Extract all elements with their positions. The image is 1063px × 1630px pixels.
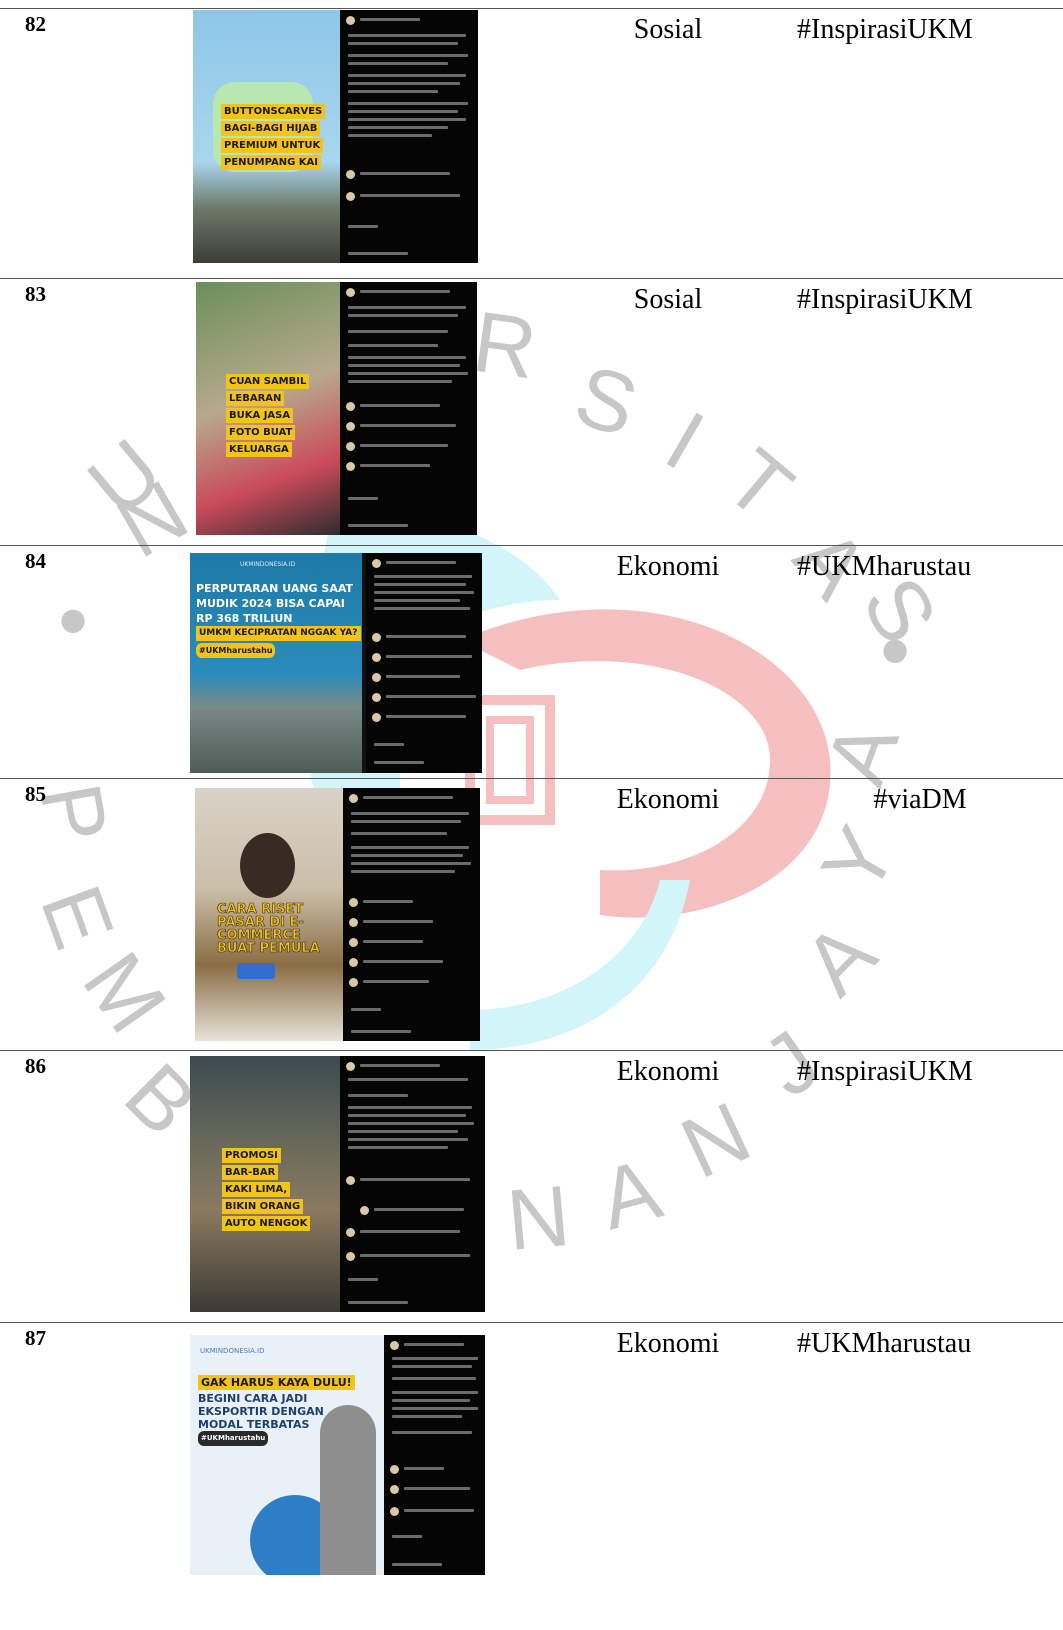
thumbnail-caption: CARA RISET PASAR DI E- COMMERCE BUAT PEM… — [217, 902, 320, 956]
row-hashtag: #InspirasiUKM — [797, 284, 973, 315]
thumbnail-caption: PERPUTARAN UANG SAAT MUDIK 2024 BISA CAP… — [196, 581, 361, 660]
row-hashtag: #InspirasiUKM — [797, 1056, 973, 1087]
watermark-letter: M — [64, 936, 184, 1050]
watermark-letter: N — [503, 1168, 573, 1269]
row-divider — [0, 778, 1063, 779]
row-number: 83 — [25, 282, 46, 306]
row-category: Ekonomi — [616, 784, 720, 815]
row-category: Ekonomi — [616, 1056, 720, 1087]
phone-photo — [237, 963, 275, 979]
row-hashtag: #UKMharustau — [797, 1328, 972, 1359]
row-number: 84 — [25, 549, 46, 573]
watermark-logo-cyan-arc — [470, 880, 690, 1050]
row-divider — [0, 545, 1063, 546]
watermark-letter: T — [708, 431, 810, 538]
row-hashtag: #viaDM — [873, 784, 967, 815]
row-category: Sosial — [633, 284, 703, 315]
instagram-post-screenshot: CUAN SAMBIL LEBARAN BUKA JASA FOTO BUAT … — [196, 282, 477, 535]
thumbnail-caption: BUTTONSCARVES BAGI-BAGI HIJAB PREMIUM UN… — [221, 104, 326, 172]
watermark-letter: A — [590, 1141, 671, 1249]
watermark-letter: S — [564, 347, 648, 456]
watermark-letter: R — [467, 294, 542, 398]
instagram-post-screenshot: PROMOSI BAR-BAR KAKI LIMA, BIKIN ORANG A… — [190, 1056, 485, 1312]
row-hashtag: #InspirasiUKM — [797, 14, 973, 45]
watermark-letter: Y — [803, 812, 915, 910]
watermark-letter: • — [880, 603, 910, 699]
row-category: Ekonomi — [616, 1328, 720, 1359]
row-divider — [0, 1050, 1063, 1051]
row-number: 87 — [25, 1326, 46, 1350]
watermark-letter: • — [58, 573, 88, 669]
row-number: 82 — [25, 12, 46, 36]
watermark-letter: A — [786, 905, 895, 1014]
instagram-post-screenshot: UKMINDONESIA.ID PERPUTARAN UANG SAAT MUD… — [190, 553, 482, 773]
thumbnail-caption: GAK HARUS KAYA DULU! BEGINI CARA JADI EK… — [198, 1375, 355, 1448]
row-category: Sosial — [633, 14, 703, 45]
row-number: 86 — [25, 1054, 46, 1078]
thumbnail-caption: PROMOSI BAR-BAR KAKI LIMA, BIKIN ORANG A… — [222, 1148, 311, 1233]
person-photo — [240, 833, 295, 898]
row-divider — [0, 8, 1063, 9]
watermark-logo-square — [465, 695, 555, 825]
row-number: 85 — [25, 782, 46, 806]
row-hashtag: #UKMharustau — [797, 551, 972, 582]
brand-logo: UKMINDONESIA.ID — [200, 1347, 265, 1355]
watermark-letter: I — [651, 393, 720, 488]
watermark-letter: N — [102, 462, 204, 576]
thumbnail-caption: CUAN SAMBIL LEBARAN BUKA JASA FOTO BUAT … — [226, 374, 310, 459]
row-divider — [0, 278, 1063, 279]
instagram-post-screenshot: CARA RISET PASAR DI E- COMMERCE BUAT PEM… — [195, 788, 480, 1041]
watermark-letter: U — [71, 421, 180, 534]
watermark-letter: E — [22, 874, 132, 961]
watermark-logo-red — [460, 609, 831, 918]
instagram-post-screenshot: BUTTONSCARVES BAGI-BAGI HIJAB PREMIUM UN… — [193, 10, 478, 263]
watermark-letter: N — [667, 1084, 764, 1197]
instagram-post-screenshot: UKMINDONESIA.ID GAK HARUS KAYA DULU! BEG… — [190, 1335, 485, 1575]
row-category: Ekonomi — [616, 551, 720, 582]
row-divider — [0, 1322, 1063, 1323]
